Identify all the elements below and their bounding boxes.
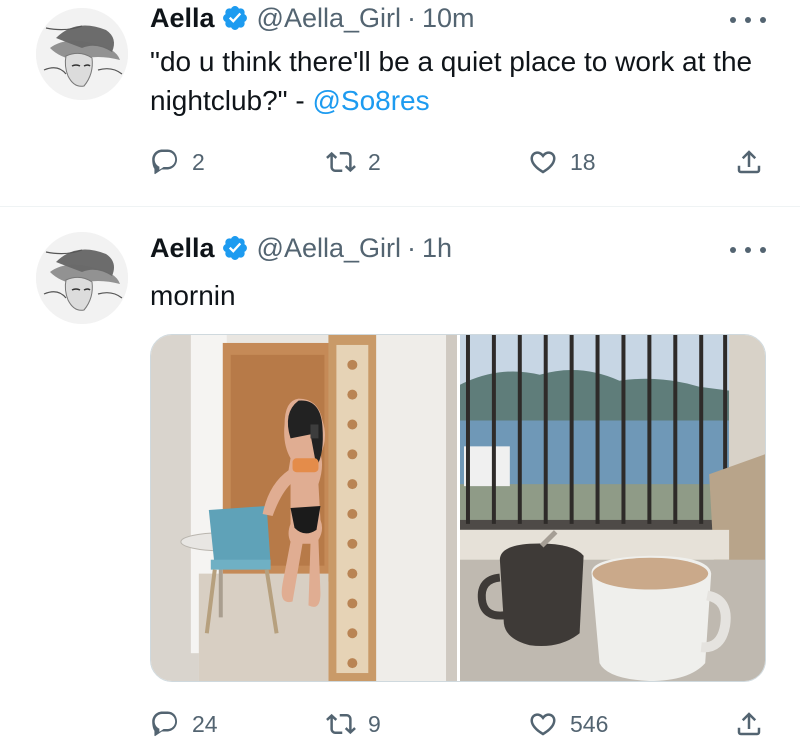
- tweet-header: Aella @Aella_Girl · 10m: [150, 0, 475, 36]
- author-handle[interactable]: @Aella_Girl: [257, 3, 401, 34]
- mention-link[interactable]: @So8res: [312, 85, 429, 116]
- like-count: 546: [570, 710, 609, 737]
- tweet-text-body: mornin: [150, 280, 236, 311]
- tweet-actions: 24 9 546: [150, 704, 770, 744]
- tweet[interactable]: Aella @Aella_Girl · 10m "do u think ther…: [0, 0, 800, 206]
- retweet-button[interactable]: 9: [326, 704, 381, 744]
- heart-icon: [530, 151, 556, 174]
- avatar[interactable]: [36, 232, 128, 324]
- verified-badge-icon: [221, 234, 249, 262]
- retweet-count: 2: [368, 148, 381, 175]
- share-icon: [737, 712, 761, 736]
- tweet-text: mornin: [150, 276, 760, 315]
- reply-count: 2: [192, 148, 205, 175]
- avatar-image: [36, 8, 128, 100]
- reply-button[interactable]: 24: [150, 704, 218, 744]
- share-icon: [737, 150, 761, 174]
- tweet[interactable]: Aella @Aella_Girl · 1h mornin 24 9 546: [0, 208, 800, 745]
- tweet-header: Aella @Aella_Girl · 1h: [150, 230, 452, 266]
- reply-icon: [152, 149, 178, 175]
- avatar[interactable]: [36, 8, 128, 100]
- media-grid: [150, 334, 766, 682]
- tweet-actions: 2 2 18: [150, 142, 770, 182]
- more-icon[interactable]: [730, 10, 766, 30]
- mirror-selfie-photo[interactable]: [151, 335, 457, 681]
- heart-icon: [530, 713, 556, 736]
- author-name[interactable]: Aella: [150, 233, 215, 264]
- tweet-text-body: "do u think there'll be a quiet place to…: [150, 46, 753, 116]
- retweet-icon: [326, 713, 356, 735]
- timestamp[interactable]: 1h: [422, 233, 452, 264]
- reply-icon: [152, 711, 178, 737]
- retweet-button[interactable]: 2: [326, 142, 381, 182]
- verified-badge-icon: [221, 4, 249, 32]
- avatar-image: [36, 232, 128, 324]
- reply-count: 24: [192, 710, 218, 737]
- reply-button[interactable]: 2: [150, 142, 205, 182]
- more-icon[interactable]: [730, 240, 766, 260]
- author-name[interactable]: Aella: [150, 3, 215, 34]
- share-button[interactable]: [734, 142, 764, 182]
- like-count: 18: [570, 148, 596, 175]
- like-button[interactable]: 18: [528, 142, 596, 182]
- like-button[interactable]: 546: [528, 704, 608, 744]
- share-button[interactable]: [734, 704, 764, 744]
- author-handle[interactable]: @Aella_Girl: [257, 233, 401, 264]
- tweet-divider: [0, 206, 800, 207]
- separator: ·: [407, 2, 416, 33]
- coffee-balcony-photo[interactable]: [459, 335, 765, 681]
- separator: ·: [407, 232, 416, 263]
- retweet-count: 9: [368, 710, 381, 737]
- timestamp[interactable]: 10m: [422, 3, 475, 34]
- tweet-text: "do u think there'll be a quiet place to…: [150, 42, 760, 120]
- retweet-icon: [326, 151, 356, 173]
